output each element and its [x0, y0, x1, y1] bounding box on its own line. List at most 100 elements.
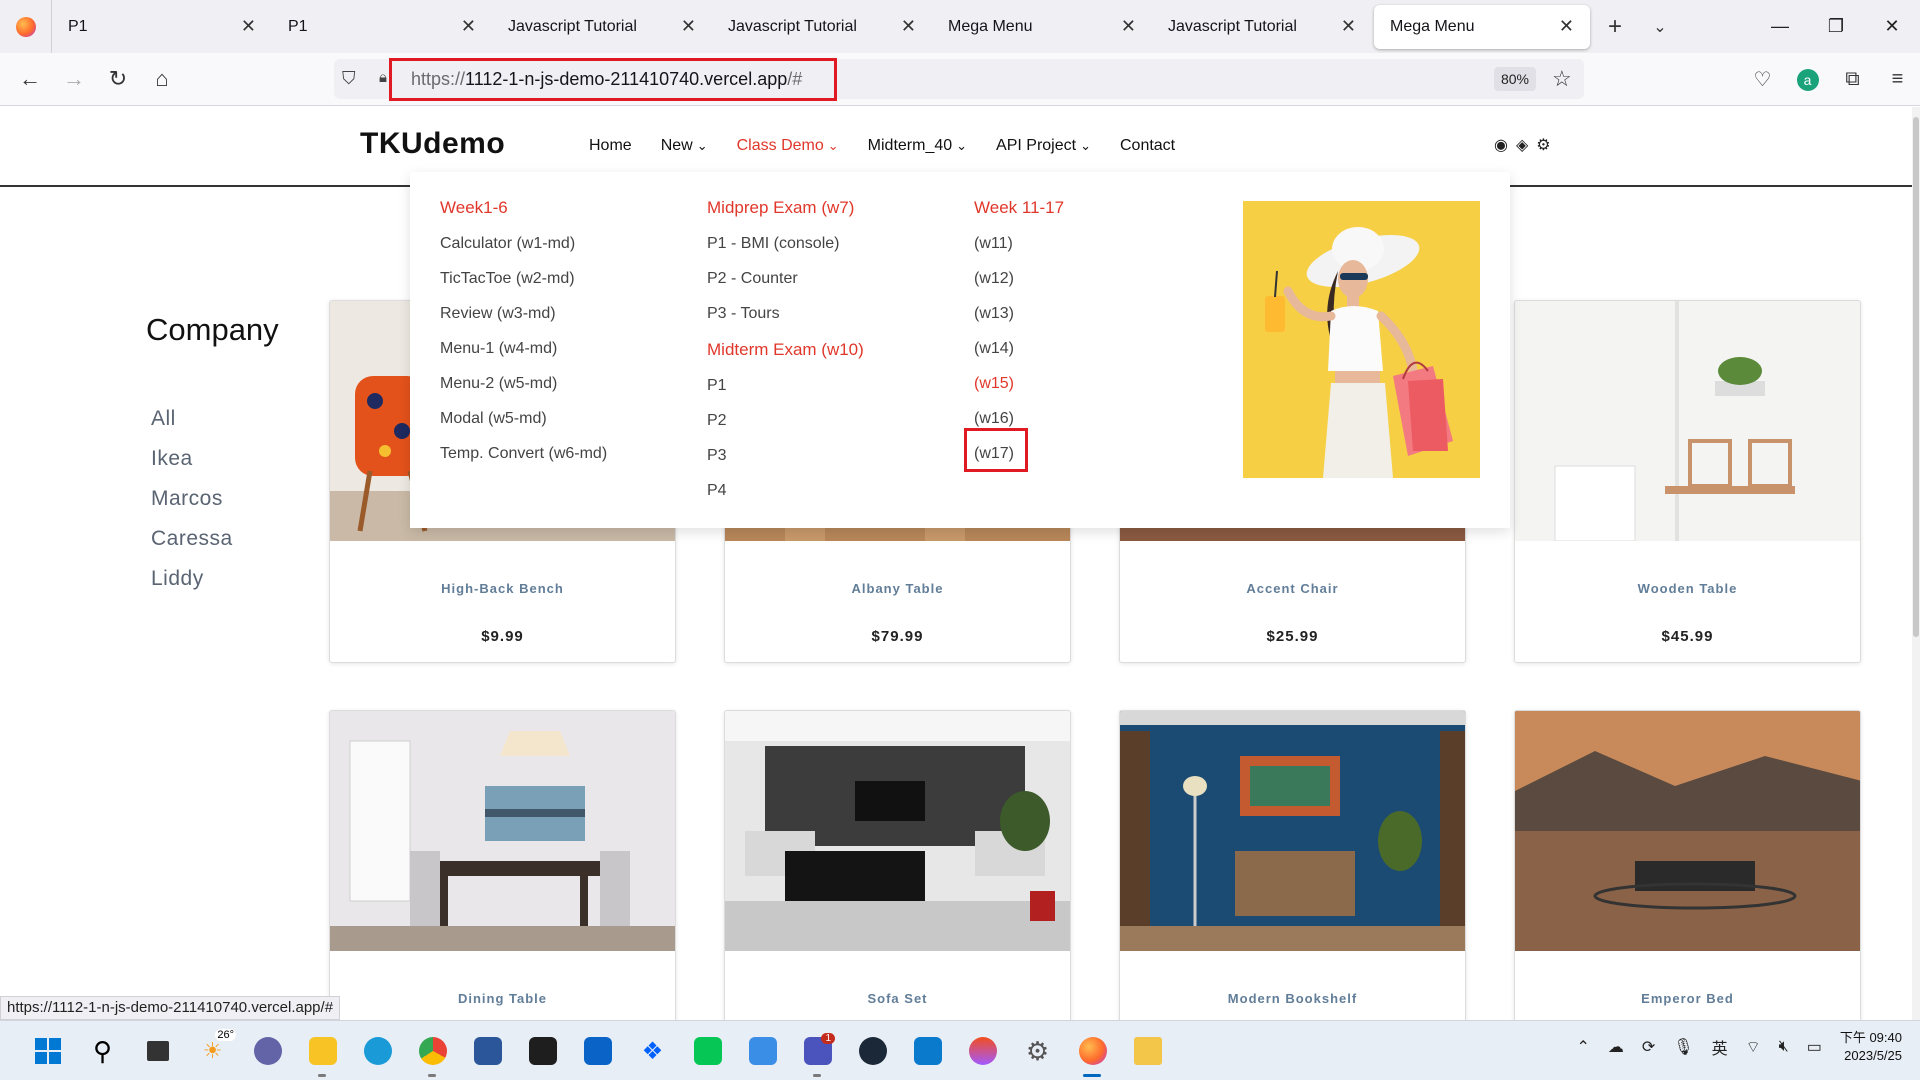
edge-icon[interactable] — [350, 1031, 405, 1071]
close-tab-icon[interactable]: ✕ — [1121, 16, 1136, 37]
gear-icon[interactable]: ⚙ — [1536, 135, 1550, 155]
lock-icon[interactable]: 🔒︎ — [379, 69, 387, 86]
list-all-tabs-button[interactable]: ⌄ — [1640, 17, 1680, 37]
site-logo[interactable]: TKUdemo — [360, 127, 505, 161]
mega-link[interactable]: (w12) — [974, 268, 1064, 303]
address-bar[interactable]: ⛉ 🔒︎ https://1112-1-n-js-demo-211410740.… — [334, 58, 1584, 101]
home-button[interactable]: ⌂ — [140, 59, 184, 99]
mega-link[interactable]: P2 - Counter — [707, 268, 864, 303]
mega-link[interactable]: Review (w3-md) — [440, 303, 607, 338]
mega-link[interactable]: TicTacToe (w2-md) — [440, 268, 607, 303]
ime-indicator[interactable]: 英 — [1712, 1035, 1728, 1059]
line-icon[interactable] — [680, 1031, 735, 1071]
browser-tab[interactable]: Javascript Tutorial ✕ — [712, 0, 932, 53]
product-card[interactable]: Sofa Set — [724, 710, 1071, 1020]
firefox-view-button[interactable] — [0, 0, 52, 53]
sync-icon[interactable]: ⟳ — [1642, 1037, 1655, 1057]
account-button[interactable]: a — [1785, 68, 1830, 91]
github-icon[interactable]: ◉ — [1494, 135, 1508, 155]
browser-tab[interactable]: P1 ✕ — [272, 0, 492, 53]
mega-link[interactable]: (w13) — [974, 303, 1064, 338]
chevron-up-icon[interactable]: ⌃ — [1576, 1037, 1589, 1057]
product-card[interactable]: Modern Bookshelf — [1119, 710, 1466, 1020]
close-tab-icon[interactable]: ✕ — [1341, 16, 1356, 37]
close-tab-icon[interactable]: ✕ — [1559, 16, 1574, 37]
filter-caressa[interactable]: Caressa — [151, 527, 233, 567]
mega-link-w15[interactable]: (w15) — [974, 373, 1064, 408]
settings-icon[interactable]: ⚙ — [1010, 1031, 1065, 1071]
notepad-icon[interactable] — [735, 1031, 790, 1071]
close-tab-icon[interactable]: ✕ — [901, 16, 916, 37]
product-card[interactable]: Wooden Table $45.99 — [1514, 300, 1861, 663]
mega-link[interactable]: Temp. Convert (w6-md) — [440, 443, 607, 478]
mega-link[interactable]: P3 — [707, 445, 864, 480]
filter-liddy[interactable]: Liddy — [151, 567, 233, 607]
restore-button[interactable]: ❐ — [1808, 0, 1864, 53]
pocket-icon[interactable]: ♡ — [1740, 67, 1785, 92]
menu-class-demo[interactable]: Class Demo ⌄ — [737, 137, 839, 155]
clock[interactable]: 下午 09:40 2023/5/25 — [1840, 1029, 1902, 1065]
scrollbar-thumb[interactable] — [1913, 117, 1919, 637]
gitkraken-icon[interactable]: ◈ — [1516, 135, 1528, 155]
page-scrollbar[interactable] — [1912, 107, 1920, 1020]
product-card[interactable]: Emperor Bed — [1514, 710, 1861, 1020]
mega-link[interactable]: P2 — [707, 410, 864, 445]
mega-link[interactable]: Menu-2 (w5-md) — [440, 373, 607, 408]
search-icon[interactable]: ⚲ — [75, 1031, 130, 1071]
zoom-indicator[interactable]: 80% — [1494, 67, 1536, 91]
menu-contact[interactable]: Contact — [1120, 137, 1175, 155]
battery-icon[interactable]: ▭ — [1807, 1037, 1822, 1057]
close-tab-icon[interactable]: ✕ — [461, 16, 476, 37]
teams-icon[interactable]: 1 — [790, 1031, 845, 1077]
terminal-icon[interactable] — [515, 1031, 570, 1071]
filter-ikea[interactable]: Ikea — [151, 447, 233, 487]
close-tab-icon[interactable]: ✕ — [681, 16, 696, 37]
mega-link[interactable]: P1 — [707, 375, 864, 410]
tracking-protection-icon[interactable]: ⛉ — [342, 68, 356, 89]
new-tab-button[interactable]: + — [1590, 13, 1640, 41]
menu-new[interactable]: New ⌄ — [661, 137, 708, 155]
mega-link[interactable]: P4 — [707, 480, 864, 515]
task-view-icon[interactable] — [130, 1031, 185, 1071]
speaker-muted-icon[interactable]: 🔇︎ — [1779, 1038, 1789, 1056]
browser-tab[interactable]: Javascript Tutorial ✕ — [492, 0, 712, 53]
mega-link[interactable]: Menu-1 (w4-md) — [440, 338, 607, 373]
microphone-muted-icon[interactable]: 🎙︎ — [1673, 1037, 1693, 1057]
menu-home[interactable]: Home — [589, 137, 632, 155]
forward-button[interactable]: → — [52, 59, 96, 99]
mega-link[interactable]: Modal (w5-md) — [440, 408, 607, 443]
mega-link[interactable]: (w14) — [974, 338, 1064, 373]
menu-api-project[interactable]: API Project ⌄ — [996, 137, 1091, 155]
mega-link[interactable]: P3 - Tours — [707, 303, 864, 338]
close-window-button[interactable]: ✕ — [1864, 0, 1920, 53]
dropbox-icon[interactable]: ❖ — [625, 1031, 680, 1071]
mega-link[interactable]: (w11) — [974, 233, 1064, 268]
mail-icon[interactable] — [570, 1031, 625, 1071]
teams-chat-icon[interactable] — [240, 1031, 295, 1071]
browser-tab[interactable]: Javascript Tutorial ✕ — [1152, 0, 1372, 53]
extensions-icon[interactable]: ⧉ — [1830, 68, 1875, 91]
word-icon[interactable] — [460, 1031, 515, 1071]
firefox-taskbar-icon[interactable] — [1065, 1031, 1120, 1077]
filter-all[interactable]: All — [151, 407, 233, 447]
figma-icon[interactable] — [955, 1031, 1010, 1071]
menu-midterm[interactable]: Midterm_40 ⌄ — [868, 137, 967, 155]
browser-tab-active[interactable]: Mega Menu ✕ — [1374, 4, 1590, 49]
filter-marcos[interactable]: Marcos — [151, 487, 233, 527]
minimize-button[interactable]: — — [1752, 0, 1808, 53]
url-text[interactable]: https://1112-1-n-js-demo-211410740.verce… — [411, 69, 802, 90]
folder-icon[interactable] — [1120, 1031, 1175, 1071]
onedrive-icon[interactable]: ☁ — [1608, 1037, 1624, 1057]
bookmark-star-icon[interactable]: ☆ — [1552, 66, 1572, 92]
browser-tab[interactable]: Mega Menu ✕ — [932, 0, 1152, 53]
mega-link[interactable]: Calculator (w1-md) — [440, 233, 607, 268]
chrome-icon[interactable] — [405, 1031, 460, 1077]
vscode-icon[interactable] — [900, 1031, 955, 1071]
start-button[interactable] — [20, 1031, 75, 1071]
browser-tab[interactable]: P1 ✕ — [52, 0, 272, 53]
menu-hamburger-icon[interactable]: ≡ — [1875, 68, 1920, 91]
wifi-icon[interactable]: ⌔ — [1746, 1037, 1761, 1057]
close-tab-icon[interactable]: ✕ — [241, 16, 256, 37]
steam-icon[interactable] — [845, 1031, 900, 1071]
back-button[interactable]: ← — [8, 59, 52, 99]
